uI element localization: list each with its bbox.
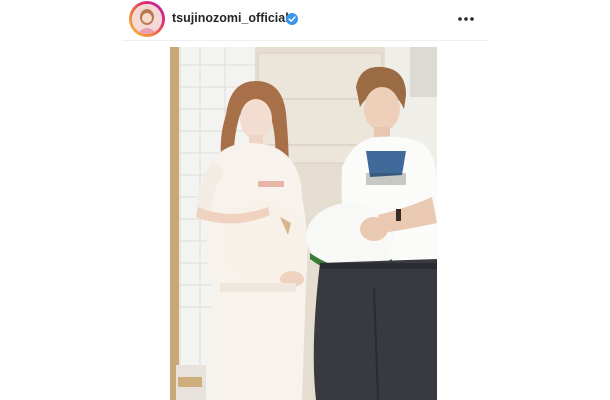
post-header: tsujinozomi_official: [122, 0, 488, 41]
username-link[interactable]: tsujinozomi_official: [172, 11, 289, 25]
avatar[interactable]: [129, 1, 165, 37]
post-photo[interactable]: [170, 47, 437, 400]
more-options-icon[interactable]: [456, 10, 476, 28]
avatar-image: [132, 4, 162, 34]
verified-badge-icon: [286, 12, 298, 25]
